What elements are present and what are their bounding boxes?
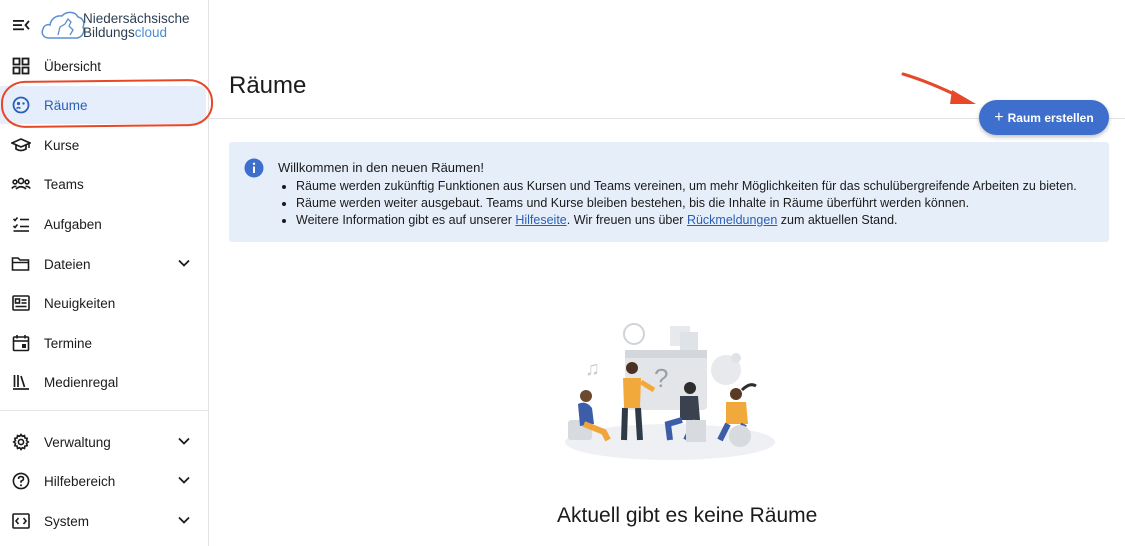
library-icon <box>11 372 31 392</box>
sidebar-item-label: Dateien <box>44 256 91 272</box>
brand-line1: Niedersächsische <box>83 11 190 26</box>
info-text: Weitere Information gibt es auf unserer <box>296 213 516 227</box>
sidebar-item-termine[interactable]: Termine <box>0 324 208 362</box>
sidebar-item-teams[interactable]: Teams <box>0 165 208 203</box>
svg-text:?: ? <box>654 363 668 393</box>
calendar-icon <box>11 333 31 353</box>
svg-text:♫: ♫ <box>585 358 600 380</box>
sidebar-item-verwaltung[interactable]: Verwaltung <box>0 423 208 461</box>
annotation-arrow-icon <box>901 72 976 104</box>
grid-icon <box>11 56 31 76</box>
news-icon <box>11 293 31 313</box>
sidebar-item-neuigkeiten[interactable]: Neuigkeiten <box>0 284 208 322</box>
create-room-button[interactable]: + Raum erstellen <box>979 100 1109 135</box>
people-icon <box>11 174 31 194</box>
task-list-icon <box>11 214 31 234</box>
sidebar-item-kurse[interactable]: Kurse <box>0 126 208 164</box>
create-room-label: Raum erstellen <box>1007 110 1094 125</box>
feedback-link[interactable]: Rückmeldungen <box>687 213 777 227</box>
info-bullet: Räume werden weiter ausgebaut. Teams und… <box>296 195 1077 212</box>
plus-icon: + <box>994 108 1004 126</box>
info-alert: Willkommen in den neuen Räumen! Räume we… <box>229 142 1109 242</box>
sidebar: Niedersächsische Bildungscloud Übersicht… <box>0 0 209 546</box>
empty-state-message: Aktuell gibt es keine Räume <box>557 504 818 527</box>
sidebar-item-label: Kurse <box>44 137 80 153</box>
collapse-menu-icon[interactable] <box>11 15 31 35</box>
sidebar-item-label: Verwaltung <box>44 434 111 450</box>
sidebar-item-label: System <box>44 513 90 529</box>
info-text: zum aktuellen Stand. <box>777 213 898 227</box>
logo-icon <box>41 11 85 39</box>
sidebar-item-label: Hilfebereich <box>44 473 116 489</box>
brand: Niedersächsische Bildungscloud <box>0 0 208 48</box>
graduation-cap-icon <box>11 135 31 155</box>
sidebar-item-label: Aufgaben <box>44 216 102 232</box>
sidebar-item-aufgaben[interactable]: Aufgaben <box>0 205 208 243</box>
sidebar-item-dateien[interactable]: Dateien <box>0 245 208 283</box>
folder-icon <box>11 254 31 274</box>
sidebar-item-label: Übersicht <box>44 58 102 74</box>
info-icon <box>244 158 264 178</box>
info-bullet: Räume werden zukünftig Funktionen aus Ku… <box>296 178 1077 195</box>
info-title: Willkommen in den neuen Räumen! <box>278 160 484 175</box>
info-list: Räume werden zukünftig Funktionen aus Ku… <box>278 178 1077 229</box>
sidebar-divider <box>0 410 208 411</box>
code-icon <box>11 511 31 531</box>
chevron-down-icon[interactable] <box>177 434 191 448</box>
help-page-link[interactable]: Hilfeseite <box>515 213 566 227</box>
help-icon <box>11 471 31 491</box>
sidebar-item-label: Neuigkeiten <box>44 295 116 311</box>
sidebar-item-label: Räume <box>44 97 88 113</box>
brand-name: Niedersächsische Bildungscloud <box>83 12 190 40</box>
brand-line2a: Bildungs <box>83 25 135 40</box>
sidebar-item-label: Medienregal <box>44 374 119 390</box>
rooms-icon <box>11 95 31 115</box>
sidebar-item-system[interactable]: System <box>0 502 208 540</box>
sidebar-item-label: Termine <box>44 335 93 351</box>
sidebar-item-hilfebereich[interactable]: Hilfebereich <box>0 462 208 500</box>
sidebar-item-medienregal[interactable]: Medienregal <box>0 363 208 401</box>
empty-state-illustration: ? ♫ <box>565 323 775 460</box>
page-title: Räume <box>229 72 307 99</box>
gear-icon <box>11 432 31 452</box>
chevron-down-icon[interactable] <box>177 473 191 487</box>
sidebar-item-label: Teams <box>44 176 84 192</box>
chevron-down-icon[interactable] <box>177 256 191 270</box>
chevron-down-icon[interactable] <box>177 513 191 527</box>
brand-line2b: cloud <box>134 25 168 40</box>
info-bullet: Weitere Information gibt es auf unserer … <box>296 212 1077 229</box>
sidebar-item-uebersicht[interactable]: Übersicht <box>0 47 208 85</box>
sidebar-item-raeume[interactable]: Räume <box>0 86 206 124</box>
info-text: . Wir freuen uns über <box>566 213 687 227</box>
